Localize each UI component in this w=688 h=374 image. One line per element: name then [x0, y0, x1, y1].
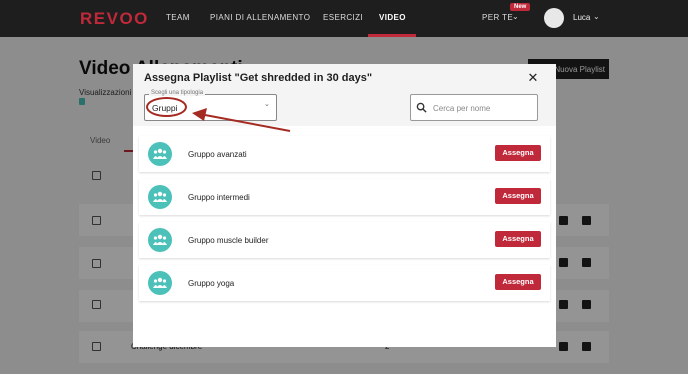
list-item: Gruppo intermedi Assegna — [139, 179, 550, 215]
list-item: Gruppo muscle builder Assegna — [139, 222, 550, 258]
close-icon[interactable]: ✕ — [526, 71, 540, 85]
assign-button[interactable]: Assegna — [495, 145, 541, 161]
assign-playlist-modal: Assegna Playlist "Get shredded in 30 day… — [133, 64, 556, 347]
group-icon — [148, 185, 172, 209]
annotation-ellipse — [146, 97, 187, 117]
new-badge: New — [510, 3, 531, 11]
chevron-down-icon[interactable]: ⌄ — [264, 100, 270, 108]
list-item: Gruppo yoga Assegna — [139, 265, 550, 301]
nav-team[interactable]: TEAM — [166, 13, 190, 22]
chevron-down-icon[interactable]: ⌄ — [512, 12, 519, 21]
top-navbar: REVOO TEAM PIANI DI ALLENAMENTO ESERCIZI… — [0, 0, 688, 37]
group-icon — [148, 228, 172, 252]
search-icon — [416, 102, 427, 113]
group-icon — [148, 271, 172, 295]
group-name: Gruppo intermedi — [188, 193, 250, 202]
assign-button[interactable]: Assegna — [495, 231, 541, 247]
nav-exercises[interactable]: ESERCIZI — [323, 13, 363, 22]
chevron-down-icon[interactable]: ⌄ — [593, 12, 600, 21]
logo[interactable]: REVOO — [80, 9, 149, 29]
group-icon — [148, 142, 172, 166]
list-item: Gruppo avanzati Assegna — [139, 136, 550, 172]
nav-training-plans[interactable]: PIANI DI ALLENAMENTO — [210, 13, 310, 22]
avatar[interactable] — [544, 8, 564, 28]
modal-title: Assegna Playlist "Get shredded in 30 day… — [144, 72, 373, 84]
nav-for-you[interactable]: PER TE — [482, 13, 513, 22]
assign-button[interactable]: Assegna — [495, 188, 541, 204]
type-select-label: Scegli una tipologia — [149, 90, 206, 96]
nav-video[interactable]: VIDEO — [379, 13, 406, 22]
user-menu[interactable]: Luca — [573, 13, 590, 22]
group-name: Gruppo avanzati — [188, 150, 247, 159]
group-name: Gruppo yoga — [188, 279, 235, 288]
search-placeholder: Cerca per nome — [433, 104, 491, 113]
assign-button[interactable]: Assegna — [495, 274, 541, 290]
group-name: Gruppo muscle builder — [188, 236, 269, 245]
